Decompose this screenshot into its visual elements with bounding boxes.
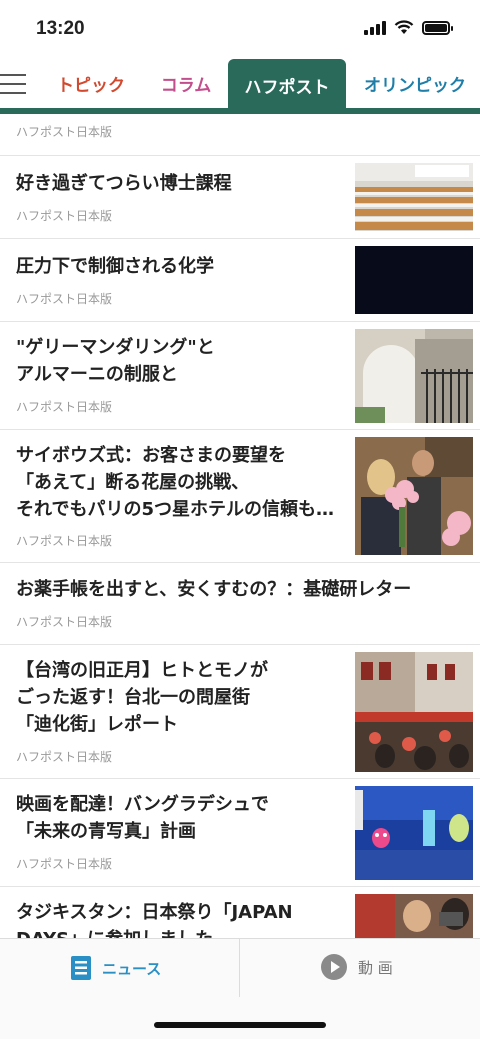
news-item[interactable]: サイボウズ式：お客さまの要望を 「あえて」断る花屋の挑戦、 それでもパリの5つ星… — [0, 430, 480, 563]
nav-video-label: 動 画 — [358, 958, 393, 977]
article-title: お薬手帳を出すと、安くすむの？：基礎研レター — [16, 579, 412, 600]
hamburger-menu-icon[interactable] — [0, 74, 26, 96]
article-source: ハフポスト日本版 — [16, 292, 113, 306]
news-item[interactable]: 映画を配達！バングラデシュで 「未来の青写真」計画 ハフポスト日本版 — [0, 779, 480, 887]
news-item[interactable]: タジキスタン：日本祭り「JAPAN DAYS」に参加しました — [0, 887, 480, 938]
article-title: サイボウズ式：お客さまの要望を 「あえて」断る花屋の挑戦、 それでもパリの5つ星… — [16, 445, 334, 520]
news-item[interactable]: 圧力下で制御される化学 ハフポスト日本版 — [0, 239, 480, 322]
article-title: 【台湾の旧正月】ヒトとモノが ごった返す！台北一の問屋街 「迪化街」レポート — [16, 660, 268, 735]
news-icon — [71, 956, 91, 980]
article-source: ハフポスト日本版 — [16, 400, 113, 414]
article-thumbnail — [355, 246, 473, 314]
article-thumbnail — [355, 437, 473, 555]
status-time: 13:20 — [36, 18, 85, 39]
article-title: タジキスタン：日本祭り「JAPAN DAYS」に参加しました — [16, 902, 293, 938]
signal-icon — [364, 20, 386, 35]
article-title: "ゲリーマンダリング"と アルマーニの制服と — [16, 337, 215, 385]
news-item[interactable]: 【台湾の旧正月】ヒトとモノが ごった返す！台北一の問屋街 「迪化街」レポート ハ… — [0, 645, 480, 779]
play-circle-icon — [321, 954, 347, 980]
article-title: 好き過ぎてつらい博士課程 — [16, 173, 232, 194]
tab-topic[interactable]: トピック — [48, 58, 134, 108]
nav-news-label: ニュース — [102, 959, 162, 978]
article-source: ハフポスト日本版 — [16, 857, 113, 871]
article-source: ハフポスト日本版 — [16, 750, 113, 764]
news-item[interactable]: お薬手帳を出すと、安くすむの？：基礎研レター ハフポスト日本版 — [0, 563, 480, 645]
article-thumbnail — [355, 786, 473, 880]
news-item[interactable]: 好き過ぎてつらい博士課程 ハフポスト日本版 — [0, 156, 480, 239]
home-indicator — [154, 1022, 326, 1028]
nav-video-button[interactable]: 動 画 — [320, 953, 393, 981]
news-feed[interactable]: ハフポスト日本版 好き過ぎてつらい博士課程 ハフポスト日本版 圧力下で制御される… — [0, 114, 480, 938]
tab-column[interactable]: コラム — [150, 58, 222, 108]
article-title: 映画を配達！バングラデシュで 「未来の青写真」計画 — [16, 794, 269, 842]
bottom-nav-divider — [239, 939, 240, 997]
article-source: ハフポスト日本版 — [16, 209, 113, 223]
article-thumbnail — [355, 652, 473, 772]
status-bar: 13:20 — [0, 0, 480, 58]
category-tab-bar: トピック コラム ハフポスト オリンピック — [0, 58, 480, 114]
wifi-icon — [394, 20, 414, 34]
article-title: 圧力下で制御される化学 — [16, 256, 214, 277]
tab-huffpost[interactable]: ハフポスト — [228, 59, 346, 111]
nav-news-button[interactable]: ニュース — [70, 955, 161, 981]
article-source: ハフポスト日本版 — [16, 615, 113, 629]
article-source: ハフポスト日本版 — [16, 534, 113, 548]
battery-icon — [422, 20, 453, 35]
article-source: ハフポスト日本版 — [0, 114, 480, 156]
tab-olympic[interactable]: オリンピック — [356, 58, 480, 108]
status-icons — [364, 20, 453, 35]
news-item[interactable]: "ゲリーマンダリング"と アルマーニの制服と ハフポスト日本版 — [0, 322, 480, 430]
article-thumbnail — [355, 163, 473, 231]
article-thumbnail — [355, 329, 473, 423]
article-thumbnail — [355, 894, 473, 938]
